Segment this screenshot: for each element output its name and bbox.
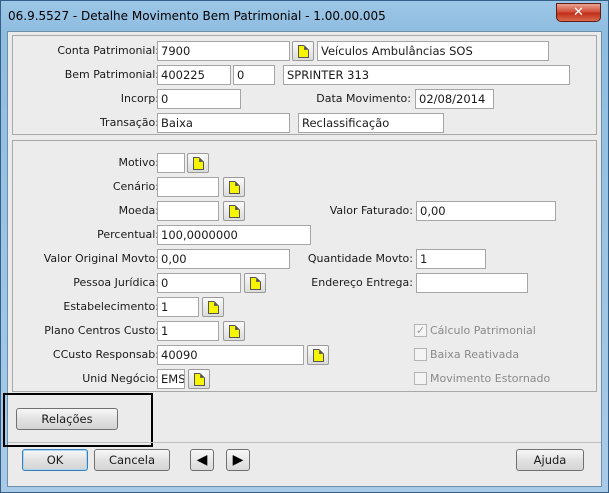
baixa-reativada-label: Baixa Reativada	[430, 348, 520, 361]
zoom-icon	[229, 205, 240, 218]
quantidade-input[interactable]: 1	[416, 249, 486, 269]
dialog-body: Conta Patrimonial: 7900 Veículos Ambulân…	[3, 31, 602, 487]
baixa-reativada-checkbox[interactable]: Baixa Reativada	[414, 347, 519, 363]
unid-negocio-label: Unid Negócio:	[82, 372, 159, 385]
endereco-entrega-input[interactable]	[416, 273, 528, 293]
transacao-type-field: Reclassificação	[298, 113, 444, 133]
highlight-box	[3, 393, 153, 447]
moeda-input[interactable]	[157, 201, 219, 221]
zoom-icon	[250, 277, 261, 290]
header-group: Conta Patrimonial: 7900 Veículos Ambulân…	[12, 35, 597, 135]
valor-original-input[interactable]: 0,00	[157, 249, 290, 269]
dialog-window: 06.9.5527 - Detalhe Movimento Bem Patrim…	[0, 0, 609, 493]
unid-negocio-input[interactable]: EMS	[157, 369, 185, 389]
plano-centros-label: Plano Centros Custo:	[44, 324, 159, 337]
bem-patrimonial-seq-input[interactable]: 0	[233, 65, 275, 85]
incorp-input[interactable]: 0	[157, 89, 241, 109]
conta-patrimonial-input[interactable]: 7900	[157, 41, 290, 61]
ccusto-zoom-button[interactable]	[307, 345, 329, 365]
transacao-input[interactable]: Baixa	[157, 113, 290, 133]
close-button[interactable]: ✕	[556, 3, 601, 22]
ajuda-button[interactable]: Ajuda	[516, 449, 584, 471]
estabelecimento-input[interactable]: 1	[157, 297, 199, 317]
incorp-label: Incorp:	[120, 92, 159, 105]
unid-negocio-zoom-button[interactable]	[188, 369, 210, 389]
percentual-label: Percentual:	[97, 228, 159, 241]
plano-centros-input[interactable]: 1	[157, 321, 219, 341]
ccusto-input[interactable]: 40090	[157, 345, 304, 365]
cenario-input[interactable]	[157, 177, 219, 197]
next-button[interactable]: ▶	[226, 449, 250, 471]
motivo-label: Motivo:	[118, 156, 159, 169]
conta-patrimonial-label: Conta Patrimonial:	[57, 44, 159, 57]
calculo-label: Cálculo Patrimonial	[430, 324, 536, 337]
moeda-zoom-button[interactable]	[223, 201, 245, 221]
ok-button[interactable]: OK	[22, 449, 88, 471]
movimento-estornado-checkbox[interactable]: Movimento Estornado	[414, 371, 550, 387]
conta-patrimonial-zoom-button[interactable]	[292, 41, 314, 61]
title-bar[interactable]: 06.9.5527 - Detalhe Movimento Bem Patrim…	[1, 1, 608, 31]
transacao-label: Transação:	[99, 116, 159, 129]
zoom-icon	[194, 373, 205, 386]
motivo-input[interactable]	[157, 153, 185, 173]
pessoa-juridica-label: Pessoa Jurídica:	[73, 276, 159, 289]
endereco-entrega-label: Endereço Entrega:	[311, 276, 413, 289]
window-title: 06.9.5527 - Detalhe Movimento Bem Patrim…	[8, 9, 386, 23]
valor-original-label: Valor Original Movto:	[43, 252, 159, 265]
percentual-input[interactable]: 100,0000000	[157, 225, 311, 245]
plano-centros-zoom-button[interactable]	[223, 321, 245, 341]
bem-patrimonial-input[interactable]: 400225	[157, 65, 231, 85]
movimento-estornado-label: Movimento Estornado	[430, 372, 551, 385]
quantidade-label: Quantidade Movto:	[307, 252, 413, 265]
ccusto-label: CCusto Responsab:	[52, 348, 159, 361]
zoom-icon	[229, 325, 240, 338]
bem-patrimonial-description: SPRINTER 313	[283, 65, 570, 85]
motivo-zoom-button[interactable]	[187, 153, 209, 173]
valor-faturado-input[interactable]: 0,00	[416, 201, 556, 221]
calculo-checkbox-mark: ✓	[414, 323, 427, 337]
cenario-zoom-button[interactable]	[223, 177, 245, 197]
cenario-label: Cenário:	[112, 180, 159, 193]
data-movimento-input[interactable]: 02/08/2014	[415, 89, 494, 109]
estabelecimento-label: Estabelecimento:	[63, 300, 159, 313]
calculo-patrimonial-checkbox[interactable]: ✓ Cálculo Patrimonial	[414, 323, 536, 339]
bem-patrimonial-label: Bem Patrimonial:	[64, 68, 159, 81]
valor-faturado-label: Valor Faturado:	[329, 204, 413, 217]
zoom-icon	[298, 45, 309, 58]
zoom-icon	[193, 157, 204, 170]
data-movimento-label: Data Movimento:	[316, 92, 411, 105]
estabelecimento-zoom-button[interactable]	[202, 297, 224, 317]
detail-group: Motivo: Cenário: Moeda: Valor Faturado: …	[12, 140, 597, 392]
pessoa-juridica-input[interactable]: 0	[157, 273, 241, 293]
footer-separator	[8, 442, 601, 443]
zoom-icon	[313, 349, 324, 362]
zoom-icon	[208, 301, 219, 314]
pessoa-juridica-zoom-button[interactable]	[244, 273, 266, 293]
zoom-icon	[229, 181, 240, 194]
previous-button[interactable]: ◀	[190, 449, 214, 471]
moeda-label: Moeda:	[118, 204, 159, 217]
cancela-button[interactable]: Cancela	[94, 449, 170, 471]
conta-patrimonial-description: Veículos Ambulâncias SOS	[317, 41, 549, 61]
